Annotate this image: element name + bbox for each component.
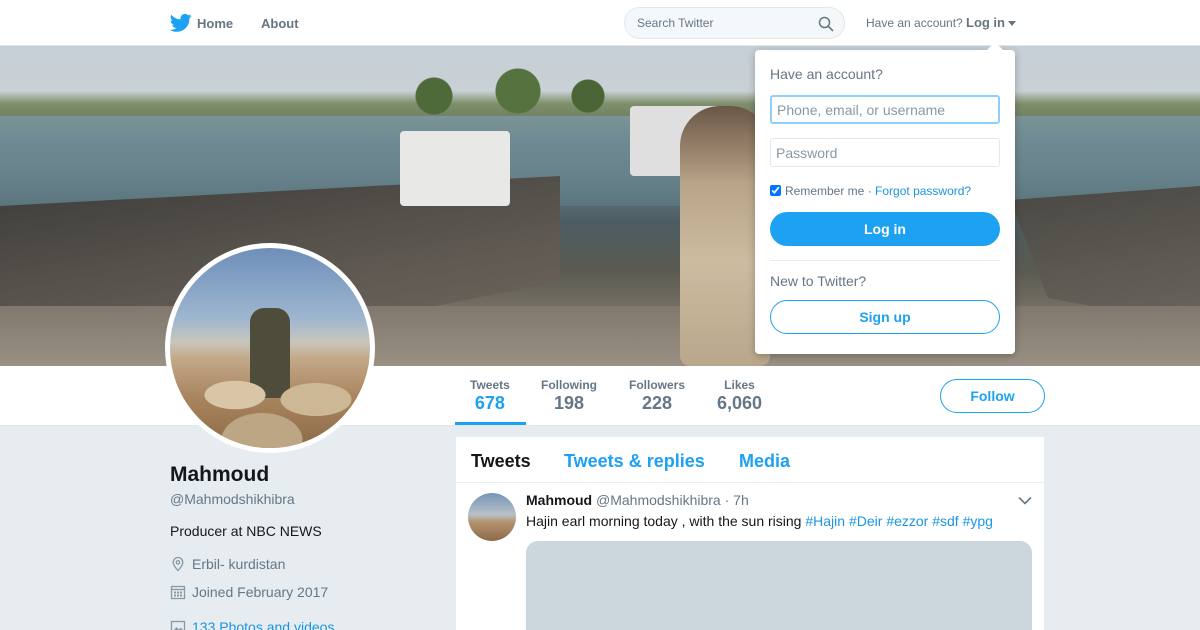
active-stat-underline [455, 422, 526, 425]
divider [770, 260, 1000, 261]
stat-value: 6,060 [717, 393, 763, 413]
calendar-icon [170, 585, 186, 600]
tab-tweets[interactable]: Tweets [471, 451, 531, 472]
photos-videos-link[interactable]: 133 Photos and videos [170, 619, 334, 630]
stat-followers[interactable]: Followers 228 [629, 378, 685, 414]
have-account-text: Have an account? [866, 16, 963, 30]
timeline-tabs: Tweets Tweets & replies Media [456, 437, 1044, 483]
search-box[interactable]: Search Twitter [624, 7, 845, 39]
location-pin-icon [172, 556, 184, 572]
profile-bio: Producer at NBC NEWS [170, 523, 322, 539]
remember-label[interactable]: Remember me [785, 184, 864, 198]
photo-icon [170, 620, 186, 630]
forgot-password-link[interactable]: Forgot password? [875, 184, 971, 198]
stat-tweets[interactable]: Tweets 678 [470, 378, 510, 414]
search-input[interactable]: Search Twitter [637, 16, 713, 30]
nav-about-link[interactable]: About [261, 16, 299, 31]
tweet-author-name[interactable]: Mahmoud [526, 492, 592, 508]
tab-media[interactable]: Media [739, 451, 790, 472]
banner-ferry-right [1010, 186, 1200, 326]
hashtag-link[interactable]: #Hajin [805, 513, 845, 529]
nav-home-link[interactable]: Home [197, 16, 233, 31]
location-text: Erbil- kurdistan [192, 556, 286, 572]
caret-down-icon[interactable] [1008, 21, 1016, 26]
twitter-bird-icon[interactable] [170, 13, 192, 33]
login-dropdown: Have an account? Remember me · Forgot pa… [755, 42, 1015, 354]
top-nav: Home About Search Twitter Have an accoun… [0, 0, 1200, 46]
follow-button[interactable]: Follow [940, 379, 1045, 413]
tweet-text: Hajin earl morning today , with the sun … [526, 513, 993, 529]
hashtag-link[interactable]: #sdf [932, 513, 958, 529]
joined-text: Joined February 2017 [192, 584, 329, 600]
login-title: Have an account? [770, 66, 883, 82]
stat-likes[interactable]: Likes 6,060 [717, 378, 762, 414]
hashtag-link[interactable]: #Deir [849, 513, 882, 529]
profile-avatar[interactable] [165, 243, 375, 453]
tab-tweets-replies[interactable]: Tweets & replies [564, 451, 705, 472]
tweet-author-handle[interactable]: @Mahmodshikhibra [596, 492, 721, 508]
stat-label: Followers [629, 378, 686, 392]
avatar-sandbags [190, 368, 370, 448]
photos-videos-text[interactable]: 133 Photos and videos [192, 619, 334, 630]
tweet-avatar[interactable] [468, 493, 516, 541]
search-icon[interactable] [818, 16, 834, 32]
chevron-down-icon[interactable] [1018, 496, 1032, 506]
signup-button[interactable]: Sign up [770, 300, 1000, 334]
tweet-media[interactable] [526, 541, 1032, 630]
login-button[interactable]: Log in [770, 212, 1000, 246]
profile-name[interactable]: Mahmoud [170, 463, 269, 487]
username-field[interactable] [770, 95, 1000, 124]
hashtag-link[interactable]: #ezzor [886, 513, 928, 529]
tweet[interactable]: Mahmoud @Mahmodshikhibra · 7h Hajin earl… [456, 483, 1044, 630]
tweet-separator: · [724, 492, 730, 508]
stat-label: Following [541, 378, 597, 392]
tweet-body: Hajin earl morning today , with the sun … [526, 513, 802, 529]
banner-river [0, 116, 1200, 206]
stat-value: 228 [641, 393, 673, 413]
stat-label: Likes [724, 378, 755, 392]
remember-separator: · [867, 184, 872, 198]
stat-following[interactable]: Following 198 [541, 378, 597, 414]
banner-trees [350, 66, 630, 116]
password-field[interactable] [770, 138, 1000, 167]
profile-joined: Joined February 2017 [170, 584, 328, 600]
profile-location: Erbil- kurdistan [170, 556, 285, 572]
tweet-header: Mahmoud @Mahmodshikhibra · 7h [526, 492, 749, 508]
banner-truck [400, 131, 510, 206]
stat-value: 678 [474, 393, 505, 413]
stat-value: 198 [553, 393, 585, 413]
profile-handle[interactable]: @Mahmodshikhibra [170, 491, 295, 507]
login-dropdown-toggle[interactable]: Log in [966, 15, 1005, 30]
stat-label: Tweets [470, 378, 510, 392]
new-to-twitter-text: New to Twitter? [770, 273, 867, 289]
remember-row: Remember me · Forgot password? [770, 184, 971, 198]
tweet-time[interactable]: 7h [733, 492, 749, 508]
hashtag-link[interactable]: #ypg [963, 513, 993, 529]
remember-checkbox[interactable] [770, 185, 781, 196]
